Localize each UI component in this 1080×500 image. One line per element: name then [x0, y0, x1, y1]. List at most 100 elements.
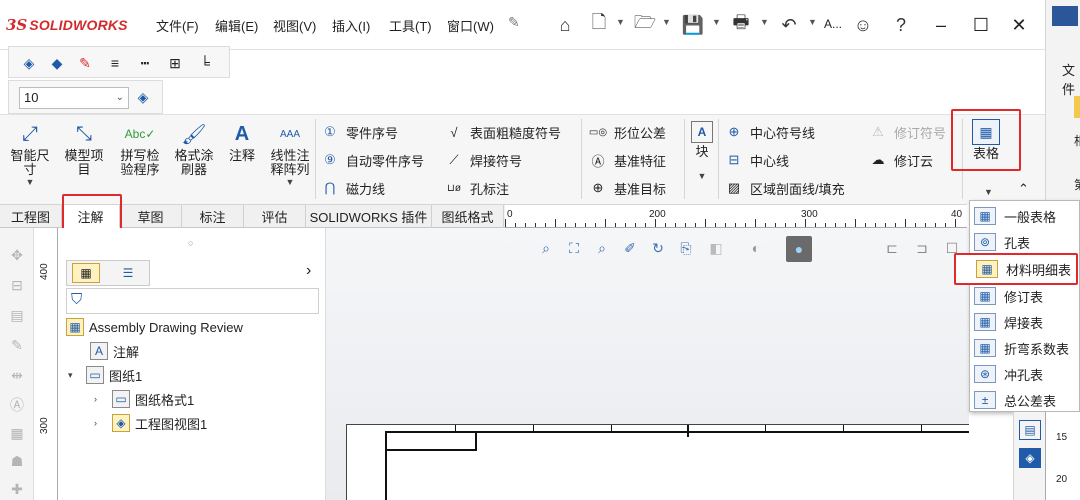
menu-item-revision-table[interactable]: ▦ 修订表 — [974, 283, 1078, 309]
print-icon[interactable]: 🖶 — [728, 12, 754, 38]
featuremanager-tab-icon[interactable]: ▦ — [72, 263, 100, 283]
rotate-icon[interactable]: ↻ — [648, 238, 668, 258]
area-hatch-button[interactable]: ▨ 区域剖面线/填充 — [724, 177, 845, 199]
pan-icon[interactable]: ✐ — [620, 238, 640, 258]
spell-check-button[interactable]: Abc✓ 拼写检 验程序 — [114, 121, 166, 191]
gtol-button[interactable]: ▭◎ 形位公差 — [588, 121, 666, 143]
scene-icon[interactable]: ● — [786, 236, 812, 262]
drawing-sheet[interactable] — [346, 424, 969, 500]
zoom-fit-icon[interactable]: ⌕ — [536, 238, 556, 258]
datum-feature-button[interactable]: Ⓐ 基准特征 — [588, 149, 666, 171]
graphics-area[interactable]: ⌕ ⛶ ⌕ ✐ ↻ ⎘ ◧ ◐ ● ⊏ ⊐ ☐ — [326, 228, 969, 500]
tree-item-sheet1[interactable]: ▾ ▭ 图纸1 — [68, 364, 142, 386]
design-library-icon[interactable]: ▤ — [1019, 420, 1041, 440]
edit-icon[interactable]: ✎ — [8, 336, 26, 354]
minimize-button[interactable]: – — [926, 12, 956, 38]
linear-note-pattern-button[interactable]: AAA 线性注 释阵列 ▼ — [264, 121, 316, 191]
revision-cloud-button[interactable]: ☁ 修订云 — [868, 149, 934, 171]
group-icon[interactable]: ☗ — [8, 452, 26, 470]
color-display-mode-icon[interactable]: ╘ — [195, 53, 215, 73]
annotation-icon[interactable]: Ⓐ — [8, 396, 26, 414]
hide-show-items-icon[interactable]: ◐ — [746, 238, 766, 258]
tab-markup[interactable]: 标注 — [182, 205, 244, 228]
home-icon[interactable]: ⌂ — [552, 12, 578, 38]
tab-sheet-format[interactable]: 图纸格式 — [432, 205, 504, 228]
zoom-area-icon[interactable]: ⛶ — [564, 238, 584, 258]
smart-dimension-button[interactable]: ⤢ 智能尺 寸 ▼ — [4, 121, 56, 191]
tile-vertical-icon[interactable]: ⊐ — [912, 238, 932, 258]
undo-icon[interactable]: ↶ — [776, 12, 802, 38]
zoom-selection-icon[interactable]: ⌕ — [592, 238, 612, 258]
tree-item-sheet-format[interactable]: › ▭ 图纸格式1 — [94, 388, 194, 410]
property-manager-tab-icon[interactable]: ☰ — [114, 263, 142, 283]
open-folder-icon[interactable]: 🗁 — [632, 12, 658, 38]
pin-icon[interactable]: ✎ — [508, 14, 520, 31]
datum-target-button[interactable]: ⊕ 基准目标 — [588, 177, 666, 199]
dimension-icon[interactable]: ⇹ — [8, 366, 26, 384]
chevron-down-icon[interactable]: ▼ — [286, 177, 295, 187]
maximize-button[interactable]: ☐ — [966, 12, 996, 38]
chevron-down-icon[interactable]: ▾ — [68, 370, 82, 381]
menu-item-punch-table[interactable]: ⊛ 冲孔表 — [974, 361, 1078, 387]
font-size-select[interactable]: 10 ⌄ — [19, 87, 129, 109]
search-commands[interactable]: A... — [824, 17, 842, 31]
user-icon[interactable]: ☺ — [850, 12, 876, 38]
close-button[interactable]: ✕ — [1004, 12, 1034, 38]
table-button[interactable]: ▦ 表格 — [951, 109, 1021, 171]
solidworks-logo[interactable]: 3S SOLIDWORKS — [6, 14, 128, 36]
chevron-up-icon[interactable]: ⌃ — [1018, 181, 1029, 197]
chevron-down-icon[interactable]: ▼ — [26, 177, 35, 187]
hide-show-edges-icon[interactable]: ⊞ — [165, 53, 185, 73]
tab-evaluate[interactable]: 评估 — [244, 205, 306, 228]
chevron-right-icon[interactable]: › — [306, 262, 311, 280]
format-painter-button[interactable]: 🖌 格式涂 刷器 — [168, 121, 220, 191]
tree-item-drawing-view[interactable]: › ◈ 工程图视图1 — [94, 412, 207, 434]
revision-symbol-button[interactable]: ⚠ 修订符号 — [868, 121, 946, 143]
chevron-down-icon[interactable]: ▼ — [984, 187, 993, 197]
menu-item-hole-table[interactable]: ⊚ 孔表 — [974, 229, 1078, 255]
chevron-right-icon[interactable]: › — [94, 418, 108, 428]
model-items-button[interactable]: ⤡ 模型项 目 — [58, 121, 110, 191]
auto-balloon-button[interactable]: ⑨ 自动零件序号 — [320, 149, 424, 171]
surface-finish-button[interactable]: √ 表面粗糙度符号 — [444, 121, 561, 143]
table-icon[interactable]: ▦ — [8, 424, 26, 442]
menu-edit[interactable]: 编辑(E) — [215, 16, 258, 35]
layer-properties-icon[interactable]: ◆ — [47, 53, 67, 73]
line-style-icon[interactable]: ┅ — [135, 53, 155, 73]
menu-tools[interactable]: 工具(T) — [389, 16, 432, 35]
balloon-button[interactable]: ① 零件序号 — [320, 121, 398, 143]
menu-item-bom[interactable]: ▦ 材料明细表 — [954, 253, 1078, 285]
save-icon[interactable]: 💾 — [680, 12, 706, 38]
chevron-down-icon[interactable]: ▼ — [616, 17, 625, 27]
tree-item-drawing[interactable]: ▦ Assembly Drawing Review — [66, 316, 243, 338]
block-button[interactable]: A 块 ▼ — [686, 121, 718, 191]
menu-item-tolerance-table[interactable]: ± 总公差表 — [974, 387, 1078, 413]
menu-item-weld-table[interactable]: ▦ 焊接表 — [974, 309, 1078, 335]
view-icon[interactable]: ⊟ — [8, 276, 26, 294]
menu-item-bend-table[interactable]: ▦ 折弯系数表 — [974, 335, 1078, 361]
chevron-down-icon[interactable]: ▼ — [712, 17, 721, 27]
center-mark-button[interactable]: ⊕ 中心符号线 — [724, 121, 815, 143]
hole-callout-button[interactable]: ⊔ø 孔标注 — [444, 177, 509, 199]
line-color-icon[interactable]: ✎ — [75, 53, 95, 73]
chevron-down-icon[interactable]: ▼ — [808, 17, 817, 27]
tab-sketch[interactable]: 草图 — [120, 205, 182, 228]
magnetic-line-button[interactable]: ⋂ 磁力线 — [320, 177, 385, 199]
note-button[interactable]: A 注释 — [222, 121, 262, 191]
layout-icon[interactable]: ▤ — [8, 306, 26, 324]
chevron-down-icon[interactable]: ▼ — [698, 171, 707, 181]
menu-view[interactable]: 视图(V) — [273, 16, 316, 35]
chevron-right-icon[interactable]: › — [94, 394, 108, 404]
weld-symbol-button[interactable]: ⟋ 焊接符号 — [444, 149, 522, 171]
panel-grip-icon[interactable]: ○ — [188, 238, 193, 248]
chevron-down-icon[interactable]: ▼ — [760, 17, 769, 27]
display-style-icon[interactable]: ◧ — [706, 238, 726, 258]
chevron-down-icon[interactable]: ▼ — [662, 17, 671, 27]
tile-horizontal-icon[interactable]: ⊏ — [882, 238, 902, 258]
layer-icon[interactable]: ◈ — [133, 87, 153, 107]
menu-window[interactable]: 窗口(W) — [447, 16, 494, 35]
centerline-button[interactable]: ⊟ 中心线 — [724, 149, 789, 171]
cursor-icon[interactable]: ✥ — [8, 246, 26, 264]
new-document-icon[interactable]: 🗋 — [586, 12, 612, 38]
menu-item-general-table[interactable]: ▦ 一般表格 — [974, 203, 1078, 229]
